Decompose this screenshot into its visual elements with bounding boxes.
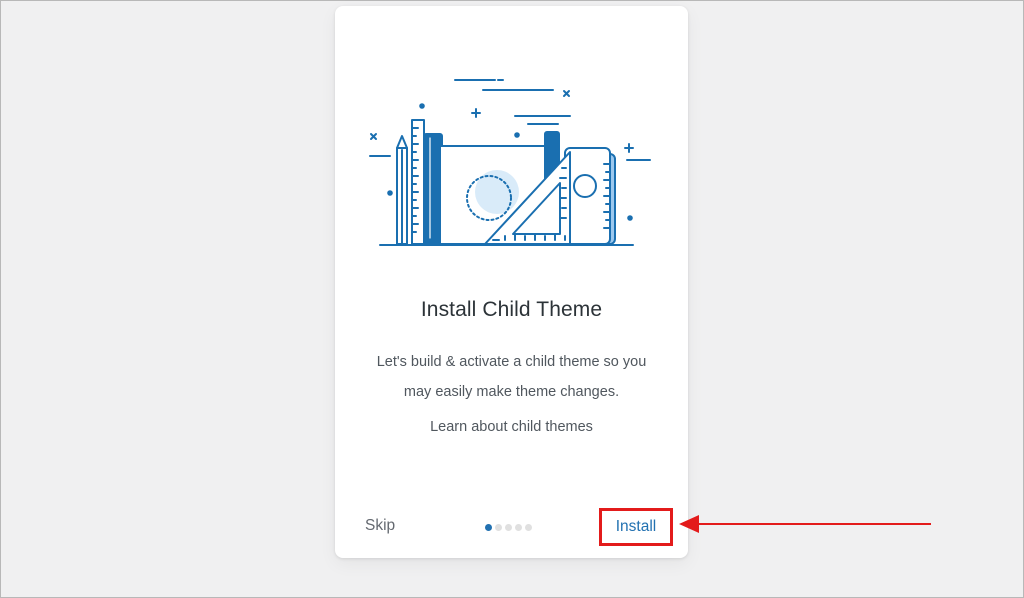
- step-dot-3[interactable]: [505, 524, 512, 531]
- step-dot-4[interactable]: [515, 524, 522, 531]
- step-dot-5[interactable]: [525, 524, 532, 531]
- learn-child-themes-link[interactable]: Learn about child themes: [335, 419, 688, 435]
- design-tools-illustration: [369, 79, 651, 246]
- card-description: Let's build & activate a child theme so …: [376, 354, 647, 400]
- install-button[interactable]: Install: [616, 518, 657, 536]
- arrow-annotation: [679, 515, 931, 533]
- onboarding-card: Install Child Theme Let's build & activa…: [335, 6, 688, 558]
- step-indicator: [485, 524, 532, 531]
- card-footer: Skip Install: [335, 508, 688, 546]
- skip-button[interactable]: Skip: [365, 517, 395, 535]
- install-highlight-box: Install: [599, 508, 673, 546]
- step-dot-1[interactable]: [485, 524, 492, 531]
- step-dot-2[interactable]: [495, 524, 502, 531]
- card-title: Install Child Theme: [420, 298, 603, 321]
